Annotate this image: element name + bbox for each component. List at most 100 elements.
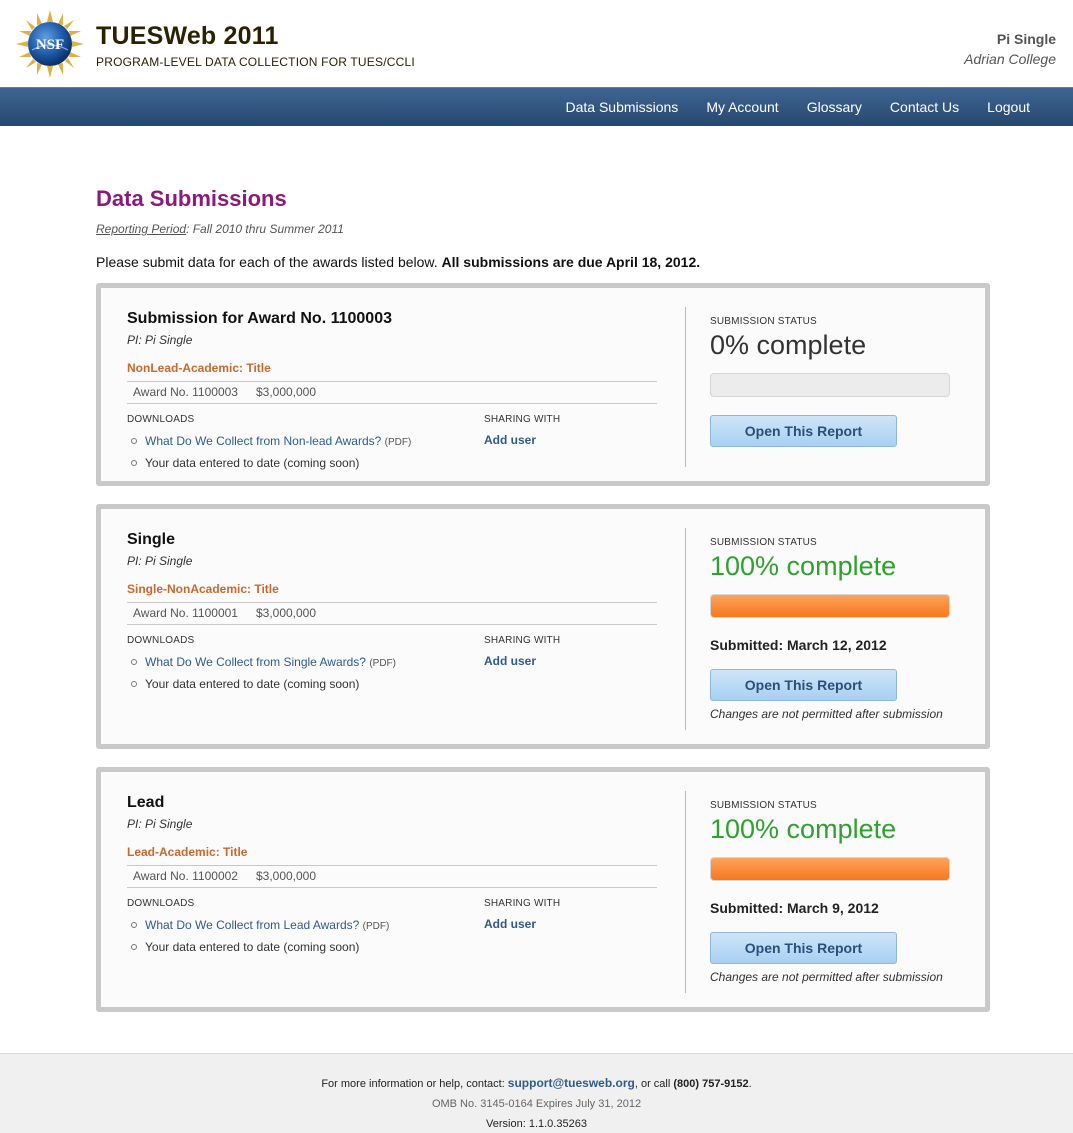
- omb-notice: OMB No. 3145-0164 Expires July 31, 2012: [431, 1098, 642, 1110]
- top-nav: Data Submissions My Account Glossary Con…: [0, 87, 1073, 126]
- progress-bar: [710, 594, 950, 618]
- downloads-list: What Do We Collect from Lead Awards? (PD…: [127, 915, 657, 957]
- sharing-heading: SHARING WITH: [484, 898, 561, 909]
- card-pi: PI: Pi Single: [127, 554, 193, 568]
- status-heading: SUBMISSION STATUS: [710, 537, 817, 548]
- card-pi: PI: Pi Single: [127, 333, 193, 347]
- data-to-date-text: Your data entered to date (coming soon): [145, 940, 360, 954]
- changes-note: Changes are not permitted after submissi…: [710, 707, 943, 721]
- nav-contact-us[interactable]: Contact Us: [876, 88, 973, 126]
- nav-items: Data Submissions My Account Glossary Con…: [551, 88, 1044, 126]
- pdf-tag: (PDF): [362, 921, 390, 932]
- card-status: SUBMISSION STATUS 100% complete Submitte…: [710, 800, 960, 984]
- bullet-icon: [131, 922, 137, 928]
- download-guide-link[interactable]: What Do We Collect from Non-lead Awards?: [145, 434, 381, 448]
- submission-card: Single PI: Pi Single Single-NonAcademic:…: [96, 504, 990, 749]
- card-pi: PI: Pi Single: [127, 817, 193, 831]
- reporting-period: Reporting Period: Fall 2010 thru Summer …: [96, 222, 992, 236]
- award-amount: $3,000,000: [255, 606, 317, 620]
- status-value: 100% complete: [710, 551, 897, 581]
- add-user-link[interactable]: Add user: [484, 654, 560, 668]
- submission-card: Lead PI: Pi Single Lead-Academic: Title …: [96, 767, 990, 1012]
- reporting-period-label: Reporting Period: [96, 222, 187, 236]
- card-award-type: Lead-Academic: Title: [127, 845, 248, 859]
- submission-card: Submission for Award No. 1100003 PI: Pi …: [96, 283, 990, 486]
- nav-logout[interactable]: Logout: [973, 88, 1044, 126]
- footer-help-prefix: For more information or help, contact:: [321, 1078, 508, 1090]
- award-row: Award No. 1100001 $3,000,000: [127, 602, 657, 625]
- data-to-date-text: Your data entered to date (coming soon): [145, 677, 360, 691]
- version-text: Version: 1.1.0.35263: [486, 1118, 587, 1130]
- user-org: Adrian College: [964, 51, 1056, 67]
- intro-due-date: All submissions are due April 18, 2012.: [441, 254, 701, 270]
- downloads-list: What Do We Collect from Single Awards? (…: [127, 652, 657, 694]
- award-row: Award No. 1100003 $3,000,000: [127, 381, 657, 404]
- award-amount: $3,000,000: [255, 385, 317, 399]
- footer-call-text: , or call: [634, 1078, 674, 1090]
- nav-data-submissions[interactable]: Data Submissions: [551, 88, 692, 126]
- progress-fill: [711, 858, 949, 880]
- card-divider: [685, 791, 686, 993]
- add-user-link[interactable]: Add user: [484, 917, 560, 931]
- sharing-column: SHARING WITH Add user: [484, 898, 560, 931]
- list-item: What Do We Collect from Non-lead Awards?…: [127, 431, 657, 453]
- downloads-area: DOWNLOADS What Do We Collect from Lead A…: [127, 898, 657, 958]
- nav-glossary[interactable]: Glossary: [793, 88, 876, 126]
- header: NSF TUESWeb 2011 PROGRAM-LEVEL DATA COLL…: [0, 0, 1073, 87]
- downloads-area: DOWNLOADS What Do We Collect from Non-le…: [127, 414, 657, 474]
- app-subtitle: PROGRAM-LEVEL DATA COLLECTION FOR TUES/C…: [96, 55, 415, 69]
- card-title: Single: [127, 531, 176, 548]
- sharing-heading: SHARING WITH: [484, 635, 561, 646]
- card-details: Submission for Award No. 1100003 PI: Pi …: [127, 310, 657, 474]
- downloads-heading: DOWNLOADS: [127, 635, 195, 646]
- user-name: Pi Single: [996, 31, 1056, 47]
- card-award-type: Single-NonAcademic: Title: [127, 582, 279, 596]
- card-details: Lead PI: Pi Single Lead-Academic: Title …: [127, 794, 657, 958]
- logo-text: NSF: [36, 37, 64, 53]
- footer: For more information or help, contact: s…: [0, 1053, 1073, 1133]
- submitted-date: Submitted: March 12, 2012: [710, 637, 887, 653]
- progress-bar: [710, 857, 950, 881]
- sharing-column: SHARING WITH Add user: [484, 635, 560, 668]
- support-email-link[interactable]: support@tuesweb.org: [508, 1076, 635, 1090]
- support-phone: (800) 757-9152: [673, 1078, 749, 1090]
- sharing-heading: SHARING WITH: [484, 414, 561, 425]
- award-amount: $3,000,000: [255, 869, 317, 883]
- card-title: Lead: [127, 794, 165, 811]
- bullet-icon: [131, 681, 137, 687]
- list-item: Your data entered to date (coming soon): [127, 674, 657, 694]
- page: NSF TUESWeb 2011 PROGRAM-LEVEL DATA COLL…: [0, 0, 1073, 1133]
- nav-my-account[interactable]: My Account: [692, 88, 792, 126]
- nsf-logo: NSF: [16, 10, 84, 78]
- card-details: Single PI: Pi Single Single-NonAcademic:…: [127, 531, 657, 695]
- award-number: Award No. 1100001: [133, 606, 238, 620]
- submitted-date: Submitted: March 9, 2012: [710, 900, 879, 916]
- open-report-button[interactable]: Open This Report: [710, 669, 897, 701]
- open-report-button[interactable]: Open This Report: [710, 932, 897, 964]
- add-user-link[interactable]: Add user: [484, 433, 560, 447]
- card-divider: [685, 528, 686, 730]
- list-item: What Do We Collect from Single Awards? (…: [127, 652, 657, 674]
- download-guide-link[interactable]: What Do We Collect from Lead Awards?: [145, 918, 359, 932]
- changes-note: Changes are not permitted after submissi…: [710, 970, 943, 984]
- award-row: Award No. 1100002 $3,000,000: [127, 865, 657, 888]
- open-report-button[interactable]: Open This Report: [710, 415, 897, 447]
- card-award-type: NonLead-Academic: Title: [127, 361, 271, 375]
- app-title: TUESWeb 2011: [96, 22, 279, 50]
- sharing-column: SHARING WITH Add user: [484, 414, 560, 447]
- award-number: Award No. 1100003: [133, 385, 238, 399]
- downloads-heading: DOWNLOADS: [127, 898, 195, 909]
- footer-period: .: [748, 1078, 752, 1090]
- status-heading: SUBMISSION STATUS: [710, 800, 817, 811]
- intro-text: Please submit data for each of the award…: [96, 254, 992, 270]
- download-guide-link[interactable]: What Do We Collect from Single Awards?: [145, 655, 366, 669]
- list-item: What Do We Collect from Lead Awards? (PD…: [127, 915, 657, 937]
- bullet-icon: [131, 944, 137, 950]
- main-intro: Data Submissions Reporting Period: Fall …: [96, 186, 992, 270]
- intro-normal: Please submit data for each of the award…: [96, 254, 442, 270]
- bullet-icon: [131, 659, 137, 665]
- award-number: Award No. 1100002: [133, 869, 238, 883]
- status-heading: SUBMISSION STATUS: [710, 316, 817, 327]
- page-title: Data Submissions: [96, 186, 287, 211]
- bullet-icon: [131, 460, 137, 466]
